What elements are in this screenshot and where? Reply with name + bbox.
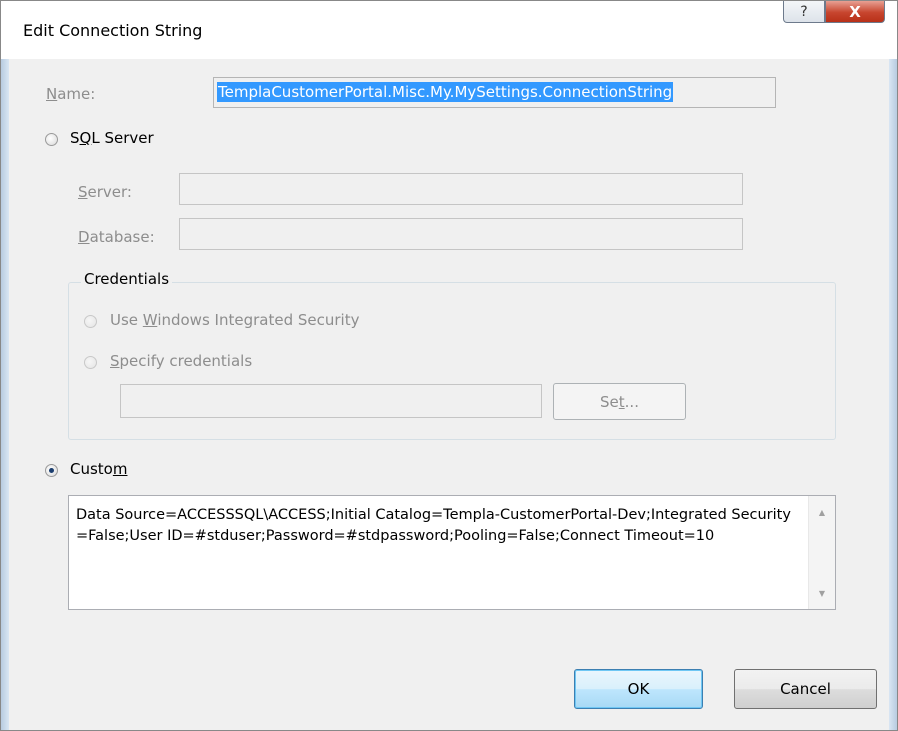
server-input[interactable] [179,173,743,205]
custom-label[interactable]: Custom [70,460,127,478]
windows-security-radio[interactable] [84,315,97,328]
help-button[interactable]: ? [783,1,825,23]
help-icon: ? [800,3,808,20]
database-input[interactable] [179,218,743,250]
edit-connection-string-dialog: Edit Connection String ? X Name: TemplaC… [0,0,898,731]
scroll-up-icon[interactable]: ▲ [809,503,835,521]
window-left-frame [1,1,9,730]
specify-credentials-radio[interactable] [84,356,97,369]
sql-server-label[interactable]: SQL Server [70,129,154,147]
set-button[interactable]: Set... [553,383,686,420]
credentials-input[interactable] [120,384,542,418]
close-button[interactable]: X [825,1,885,23]
close-icon: X [849,2,861,21]
credentials-legend: Credentials [81,270,173,288]
name-label: Name: [46,85,96,103]
specify-credentials-label[interactable]: Specify credentials [110,352,252,370]
window-right-frame [889,1,897,730]
scroll-down-icon[interactable]: ▼ [809,584,835,602]
windows-security-label[interactable]: Use Windows Integrated Security [110,311,359,329]
connection-string-text: Data Source=ACCESSSQL\ACCESS;Initial Cat… [76,507,791,544]
name-field-value: TemplaCustomerPortal.Misc.My.MySettings.… [217,82,674,102]
sql-server-radio[interactable] [45,133,58,146]
set-button-label: Set... [600,392,639,411]
connection-string-textarea[interactable]: Data Source=ACCESSSQL\ACCESS;Initial Cat… [68,495,836,610]
title-bar[interactable]: Edit Connection String ? X [1,1,897,59]
custom-radio[interactable] [45,464,58,477]
cancel-button[interactable]: Cancel [734,669,877,709]
cancel-button-label: Cancel [780,680,831,698]
ok-button[interactable]: OK [574,669,703,709]
dialog-title: Edit Connection String [23,21,203,40]
database-label: Database: [78,228,155,246]
textarea-scrollbar[interactable]: ▲ ▼ [808,496,835,609]
ok-button-label: OK [627,680,650,698]
server-label: Server: [78,183,132,201]
name-field[interactable]: TemplaCustomerPortal.Misc.My.MySettings.… [213,77,776,108]
